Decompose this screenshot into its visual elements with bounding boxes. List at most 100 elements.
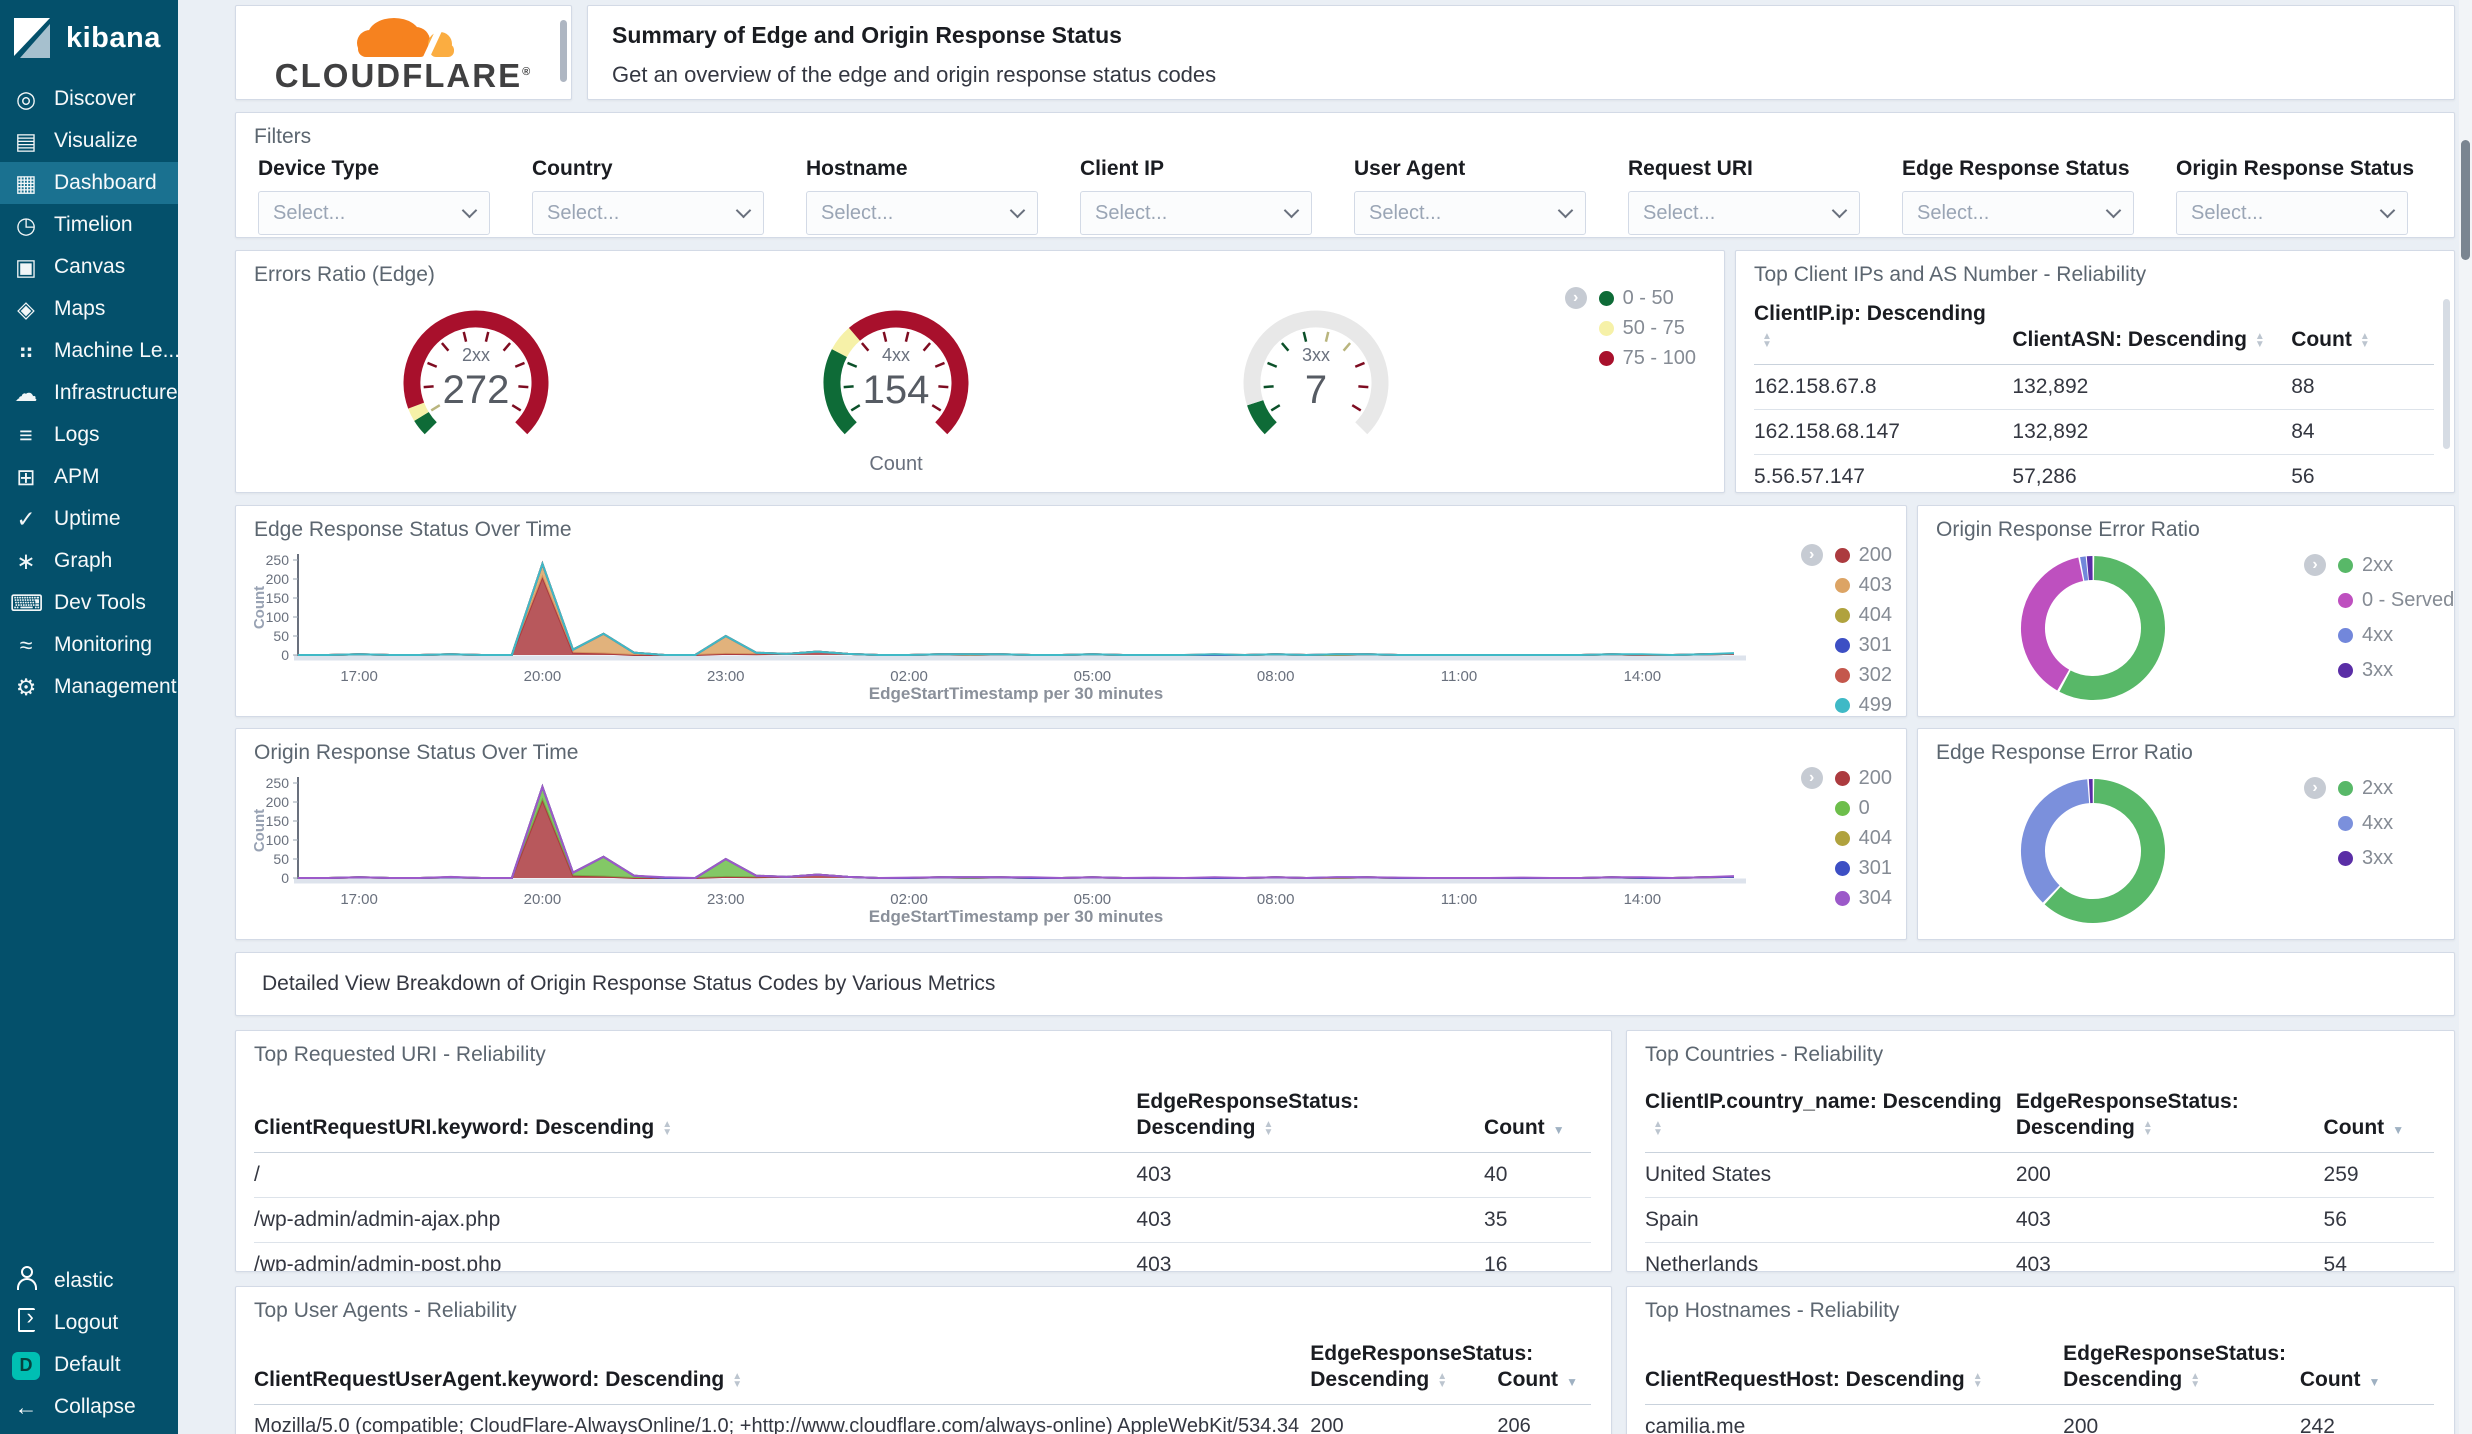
- sidebar-item-elastic[interactable]: elastic: [0, 1260, 178, 1302]
- column-header-clientrequesturi-keyword-descending[interactable]: ClientRequestURI.keyword: Descending ▲ ▼: [254, 1083, 1137, 1153]
- column-header-count[interactable]: Count ▲ ▼: [2291, 295, 2434, 365]
- sort-icon: ▼: [2368, 1375, 2381, 1390]
- column-header-count[interactable]: Count ▼: [2299, 1335, 2434, 1405]
- legend-item-75-100[interactable]: 75 - 100: [1567, 347, 1696, 370]
- select-placeholder: Select...: [547, 201, 620, 224]
- column-header-count[interactable]: Count ▼: [2323, 1083, 2434, 1153]
- legend-item-2xx[interactable]: › 2xx: [2304, 777, 2393, 800]
- legend-expand-icon[interactable]: ›: [1800, 767, 1823, 789]
- sidebar-item-discover[interactable]: ◎ Discover: [0, 78, 178, 120]
- legend-item-304[interactable]: 304: [1803, 887, 1892, 910]
- column-header-clientrequestuseragent-keyword-descending[interactable]: ClientRequestUserAgent.keyword: Descendi…: [254, 1335, 1311, 1405]
- filter-group-request-uri: Request URI Select...: [1628, 157, 1860, 235]
- sidebar-item-apm[interactable]: ⊞ APM: [0, 456, 178, 498]
- sidebar-item-collapse[interactable]: ← Collapse: [0, 1386, 178, 1428]
- sidebar-item-uptime[interactable]: ✓ Uptime: [0, 498, 178, 540]
- kibana-brand[interactable]: kibana: [0, 0, 178, 70]
- sidebar-item-monitoring[interactable]: ≈ Monitoring: [0, 624, 178, 666]
- panel-top-requested-uri: Top Requested URI - Reliability ClientRe…: [235, 1030, 1612, 1272]
- column-header-clientrequesthost-descending[interactable]: ClientRequestHost: Descending ▲ ▼: [1645, 1335, 2064, 1405]
- filter-select-origin-response-status[interactable]: Select...: [2176, 191, 2408, 235]
- column-header-edgeresponsestatus-descending[interactable]: EdgeResponseStatus: Descending ▲ ▼: [1136, 1083, 1485, 1153]
- column-header-edgeresponsestatus-descending[interactable]: EdgeResponseStatus: Descending ▲ ▼: [1310, 1335, 1533, 1405]
- legend-color-dot: [2338, 593, 2353, 608]
- legend-expand-icon[interactable]: ›: [1564, 287, 1587, 309]
- sidebar-item-dashboard[interactable]: ▦ Dashboard: [0, 162, 178, 204]
- legend-item-4xx[interactable]: 4xx: [2306, 812, 2393, 835]
- legend-color-dot: [2338, 628, 2353, 643]
- legend-item-3xx[interactable]: 3xx: [2306, 847, 2393, 870]
- page-scrollbar-thumb[interactable]: [2461, 140, 2470, 260]
- logo-panel-scrollbar[interactable]: [560, 20, 567, 82]
- sidebar-item-machine-learning[interactable]: ⠶ Machine Le...: [0, 330, 178, 372]
- sidebar-item-graph[interactable]: ∗ Graph: [0, 540, 178, 582]
- filter-label-request-uri: Request URI: [1628, 157, 1753, 180]
- svg-text:14:00: 14:00: [1624, 891, 1662, 908]
- sidebar-item-timelion[interactable]: ◷ Timelion: [0, 204, 178, 246]
- sidebar-item-management[interactable]: ⚙ Management: [0, 666, 178, 708]
- wrench-icon: ⌨: [10, 589, 44, 616]
- legend-item-0-served-fr[interactable]: 0 - Served fr...: [2306, 589, 2472, 612]
- sort-icon: ▲ ▼: [1762, 330, 1772, 350]
- client-ips-scrollbar[interactable]: [2443, 299, 2450, 449]
- legend-item-50-75[interactable]: 50 - 75: [1567, 317, 1696, 340]
- cloudflare-wordmark: CLOUDFLARE®: [274, 57, 533, 94]
- legend-label: 499: [1858, 694, 1892, 716]
- table-cell: Mozilla/5.0 (compatible; CloudFlare-Alwa…: [254, 1404, 1311, 1434]
- legend-item-404[interactable]: 404: [1803, 827, 1892, 850]
- kibana-logo-icon: [14, 18, 50, 58]
- sidebar-item-logout[interactable]: Logout: [0, 1302, 178, 1344]
- sidebar-item-canvas[interactable]: ▣ Canvas: [0, 246, 178, 288]
- sidebar-item-logs[interactable]: ≡ Logs: [0, 414, 178, 456]
- legend-item-302[interactable]: 302: [1803, 664, 1892, 687]
- column-header-edgeresponsestatus-descending[interactable]: EdgeResponseStatus: Descending ▲ ▼: [2015, 1083, 2324, 1153]
- svg-text:50: 50: [273, 851, 289, 867]
- legend-item-4xx[interactable]: 4xx: [2306, 624, 2472, 647]
- column-header-edgeresponsestatus-descending[interactable]: EdgeResponseStatus: Descending ▲ ▼: [2063, 1335, 2300, 1405]
- legend-item-3xx[interactable]: 3xx: [2306, 659, 2472, 682]
- table-row: Netherlands 403 54: [1645, 1242, 2434, 1271]
- legend-item-499[interactable]: 499: [1803, 694, 1892, 717]
- column-header-clientip-country-name-descending[interactable]: ClientIP.country_name: Descending ▲ ▼: [1645, 1083, 2016, 1153]
- sidebar-item-dev-tools[interactable]: ⌨ Dev Tools: [0, 582, 178, 624]
- legend-color-dot: [1834, 861, 1850, 876]
- filter-select-edge-response-status[interactable]: Select...: [1902, 191, 2134, 235]
- legend-item-2xx[interactable]: › 2xx: [2304, 554, 2472, 577]
- panel-title: Top Countries - Reliability: [1645, 1043, 1884, 1066]
- column-header-count[interactable]: Count ▼: [1484, 1083, 1591, 1153]
- filter-select-hostname[interactable]: Select...: [806, 191, 1038, 235]
- legend-item-0[interactable]: 0: [1803, 797, 1892, 820]
- legend-item-403[interactable]: 403: [1803, 574, 1892, 597]
- legend-item-301[interactable]: 301: [1803, 634, 1892, 657]
- legend-color-dot: [1834, 668, 1850, 683]
- filter-select-client-ip[interactable]: Select...: [1080, 191, 1312, 235]
- sidebar-item-default[interactable]: D Default: [0, 1344, 178, 1386]
- svg-text:20:00: 20:00: [524, 891, 562, 908]
- sidebar-item-infrastructure[interactable]: ☁ Infrastructure: [0, 372, 178, 414]
- svg-text:4xx: 4xx: [882, 345, 910, 365]
- legend-item-404[interactable]: 404: [1803, 604, 1892, 627]
- sidebar-item-maps[interactable]: ◈ Maps: [0, 288, 178, 330]
- edge-error-ratio-donut: [2021, 779, 2165, 923]
- legend-expand-icon[interactable]: ›: [2304, 554, 2326, 576]
- filter-select-request-uri[interactable]: Select...: [1628, 191, 1860, 235]
- svg-text:200: 200: [266, 571, 290, 587]
- legend-item-200[interactable]: › 200: [1800, 544, 1892, 567]
- legend-item-301[interactable]: 301: [1803, 857, 1892, 880]
- page-scrollbar[interactable]: [2459, 0, 2472, 1434]
- column-header-clientasn-descending[interactable]: ClientASN: Descending ▲ ▼: [2012, 295, 2292, 365]
- filter-select-user-agent[interactable]: Select...: [1354, 191, 1586, 235]
- svg-text:05:00: 05:00: [1074, 668, 1112, 685]
- table-row: 162.158.68.147 132,892 84: [1754, 409, 2434, 455]
- sidebar-item-visualize[interactable]: ▤ Visualize: [0, 120, 178, 162]
- filter-select-country[interactable]: Select...: [532, 191, 764, 235]
- dashboard-content: CLOUDFLARE® Summary of Edge and Origin R…: [178, 0, 2472, 1434]
- legend-item-200[interactable]: › 200: [1800, 767, 1892, 790]
- sidebar-item-label: Dashboard: [54, 171, 157, 194]
- gauge-3xx: 3xx7: [1243, 310, 1389, 435]
- legend-item-0-50[interactable]: › 0 - 50: [1564, 287, 1696, 310]
- filter-select-device-type[interactable]: Select...: [258, 191, 490, 235]
- legend-expand-icon[interactable]: ›: [2304, 777, 2326, 799]
- legend-expand-icon[interactable]: ›: [1800, 544, 1823, 566]
- column-header-clientip-ip-descending[interactable]: ClientIP.ip: Descending ▲ ▼: [1754, 295, 2013, 365]
